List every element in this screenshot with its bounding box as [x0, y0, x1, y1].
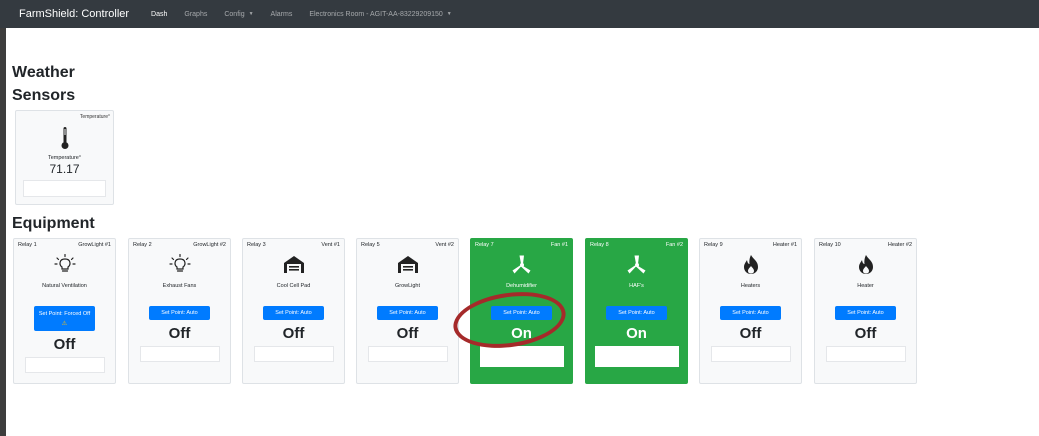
relay-label: Relay 3 [247, 242, 266, 248]
equipment-card-relay-9[interactable]: Relay 9 Heater #1 Heaters Set Point: Aut… [699, 238, 802, 384]
equipment-kind: Fan #2 [665, 242, 683, 248]
relay-label: Relay 5 [361, 242, 380, 248]
equipment-name: Heaters [740, 283, 761, 289]
equipment-state: Off [282, 325, 305, 342]
equipment-kind: Vent #2 [435, 242, 454, 248]
relay-label: Relay 10 [819, 242, 841, 248]
vent-icon [398, 256, 418, 273]
equipment-status-area [595, 346, 679, 367]
weather-heading: Weather [12, 64, 75, 81]
equipment-card-relay-7[interactable]: Relay 7 Fan #1 Dehumidifier Set Point: A… [470, 238, 573, 384]
nav-alarms[interactable]: Alarms [271, 11, 293, 18]
equipment-kind: GrowLight #2 [193, 242, 226, 248]
equipment-status-area [25, 357, 105, 373]
flame-icon [859, 255, 873, 274]
fan-icon [512, 255, 531, 274]
set-point-button[interactable]: Set Point: Auto [491, 306, 552, 320]
equipment-status-area [140, 346, 220, 362]
equipment-name: Natural Ventilation [42, 283, 87, 289]
nav-config[interactable]: Config ▼ [224, 11, 253, 18]
nav-config-label: Config [224, 10, 245, 18]
equipment-card-relay-1[interactable]: Relay 1 GrowLight #1 Natural Ventilation… [13, 238, 116, 384]
relay-label: Relay 2 [133, 242, 152, 248]
caret-down-icon: ▼ [446, 10, 452, 17]
window-frame-left [0, 28, 6, 436]
sensor-value: 71.17 [49, 162, 80, 176]
set-point-label: Set Point: Forced Off [38, 311, 91, 317]
warning-icon: ⚠ [61, 321, 68, 327]
temperature-sensor-card[interactable]: Temperature° Temperature° 71.17 [15, 110, 114, 205]
equipment-state: Off [396, 325, 419, 342]
caret-down-icon: ▼ [248, 10, 254, 17]
fan-icon [627, 255, 646, 274]
equipment-kind: GrowLight #1 [78, 242, 111, 248]
equipment-card-relay-10[interactable]: Relay 10 Heater #2 Heater Set Point: Aut… [814, 238, 917, 384]
equipment-state: Off [53, 336, 76, 353]
equipment-name: Cool Cell Pad [276, 283, 311, 289]
equipment-name: HAF's [629, 283, 644, 289]
sensor-label: Temperature° [47, 155, 82, 161]
equipment-status-area [368, 346, 448, 362]
set-point-button[interactable]: Set Point: Auto [149, 306, 210, 320]
equipment-heading: Equipment [12, 215, 95, 232]
set-point-button[interactable]: Set Point: Auto [263, 306, 324, 320]
equipment-name: Exhaust Fans [162, 283, 197, 289]
sensor-sparkline-area [23, 180, 106, 197]
equipment-status-area [254, 346, 334, 362]
equipment-kind: Heater #2 [887, 242, 912, 248]
nav-dash[interactable]: Dash [151, 11, 167, 18]
equipment-name: Dehumidifier [506, 283, 537, 289]
equipment-card-relay-2[interactable]: Relay 2 GrowLight #2 Exhaust Fans Set Po… [128, 238, 231, 384]
top-navbar: FarmShield: Controller Dash Graphs Confi… [0, 0, 1039, 28]
room-selector-label: Electronics Room - AGIT-AA-83229209150 [309, 10, 443, 18]
equipment-status-area [826, 346, 906, 362]
set-point-button[interactable]: Set Point: Auto [720, 306, 781, 320]
vent-icon [284, 256, 304, 273]
equipment-kind: Heater #1 [772, 242, 797, 248]
relay-label: Relay 1 [18, 242, 37, 248]
flame-icon [744, 255, 758, 274]
equipment-status-area [480, 346, 564, 367]
equipment-state: Off [854, 325, 877, 342]
sensors-heading: Sensors [12, 87, 76, 104]
set-point-button[interactable]: Set Point: Auto [835, 306, 896, 320]
relay-label: Relay 7 [475, 242, 494, 248]
lightbulb-icon [54, 254, 76, 272]
app-brand[interactable]: FarmShield: Controller [19, 8, 129, 20]
equipment-card-relay-3[interactable]: Relay 3 Vent #1 Cool Cell Pad Set Point:… [242, 238, 345, 384]
equipment-card-relay-5[interactable]: Relay 5 Vent #2 GrowLight Set Point: Aut… [356, 238, 459, 384]
equipment-state: Off [739, 325, 762, 342]
relay-label: Relay 9 [704, 242, 723, 248]
equipment-name: Heater [857, 283, 874, 289]
set-point-button[interactable]: Set Point: Forced Off ⚠ [34, 306, 95, 331]
nav-room-selector[interactable]: Electronics Room - AGIT-AA-83229209150 ▼ [309, 11, 451, 18]
equipment-state: Off [168, 325, 191, 342]
thermometer-icon [61, 127, 69, 149]
equipment-card-relay-8[interactable]: Relay 8 Fan #2 HAF's Set Point: Auto On [585, 238, 688, 384]
equipment-name: GrowLight [394, 283, 421, 289]
equipment-status-area [711, 346, 791, 362]
equipment-kind: Vent #1 [321, 242, 340, 248]
lightbulb-icon [169, 254, 191, 272]
set-point-button[interactable]: Set Point: Auto [377, 306, 438, 320]
equipment-kind: Fan #1 [550, 242, 568, 248]
equipment-state: On [511, 325, 532, 342]
relay-label: Relay 8 [590, 242, 609, 248]
nav-graphs[interactable]: Graphs [184, 11, 207, 18]
sensor-corner-label: Temperature° [79, 114, 110, 120]
equipment-state: On [626, 325, 647, 342]
set-point-button[interactable]: Set Point: Auto [606, 306, 667, 320]
